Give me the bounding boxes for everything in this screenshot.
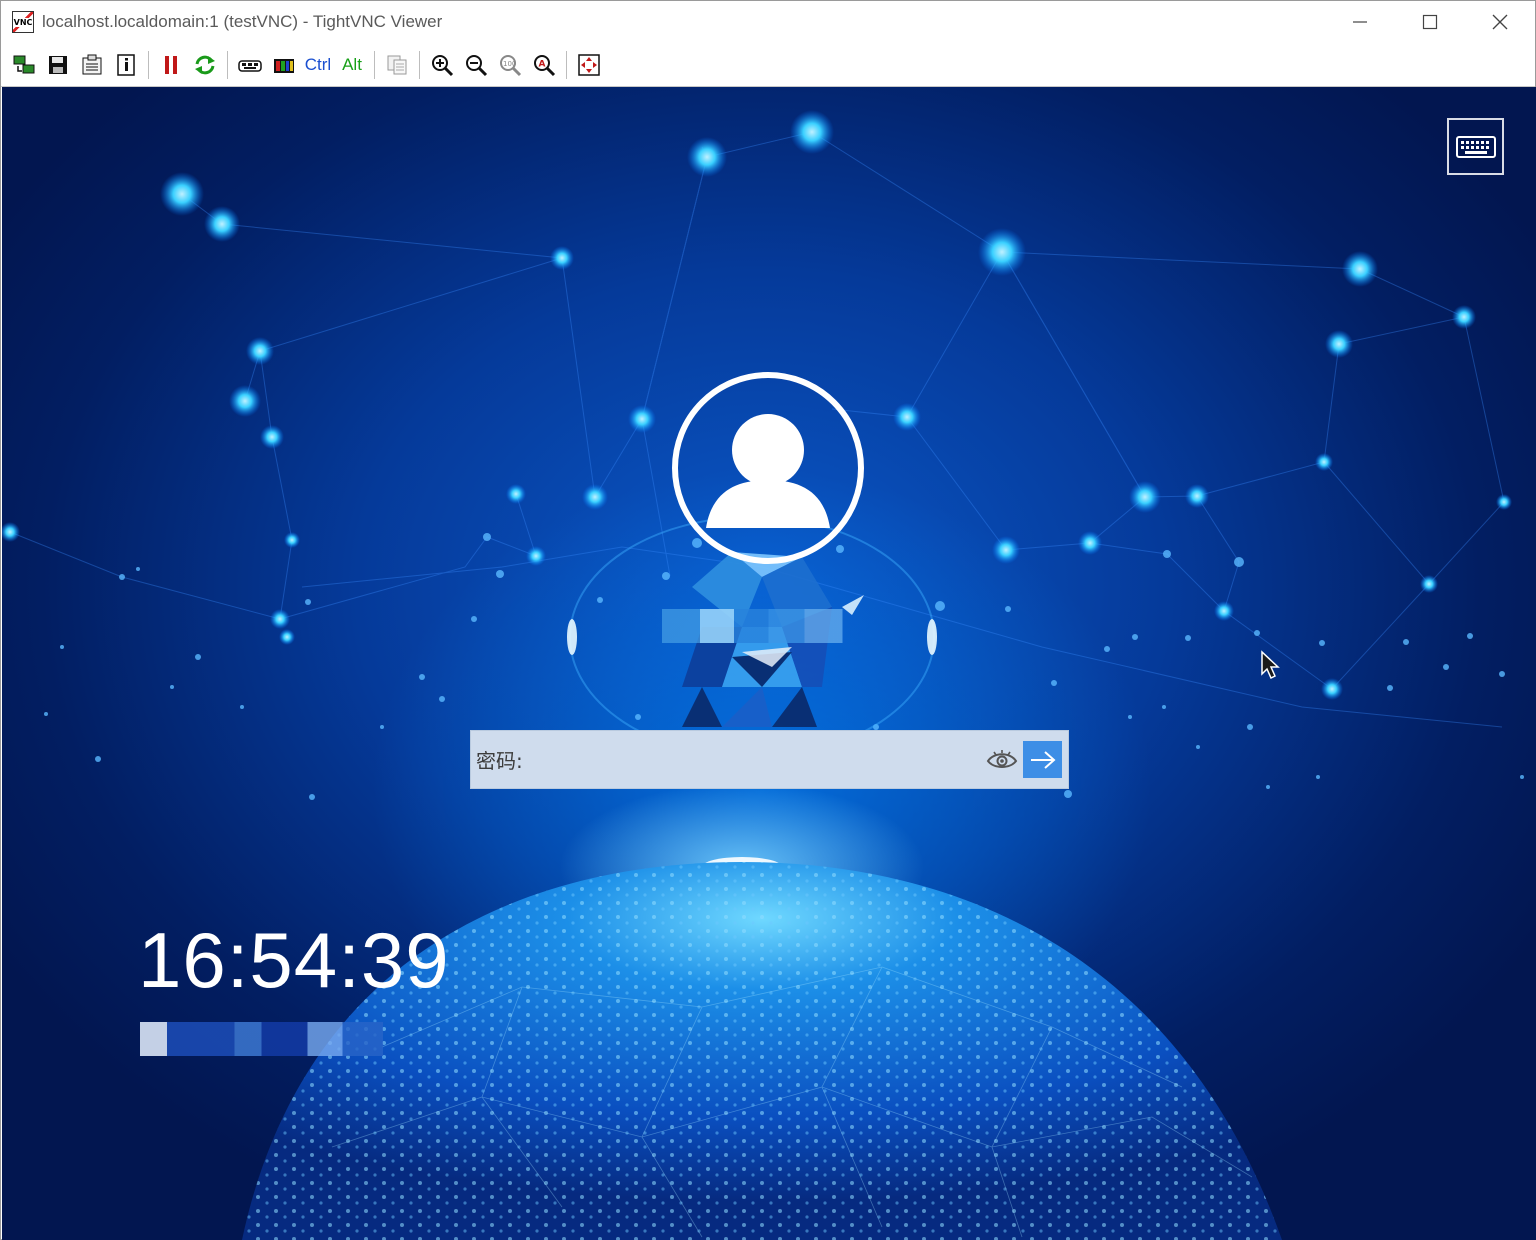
new-connection-button[interactable]: [7, 48, 41, 82]
pause-button[interactable]: [154, 48, 188, 82]
vnc-app-icon[interactable]: VNC: [12, 11, 34, 33]
username-label-redacted: [662, 609, 852, 643]
save-session-button[interactable]: [41, 48, 75, 82]
full-screen-button[interactable]: [572, 48, 606, 82]
minimize-icon: [1353, 21, 1367, 23]
password-input[interactable]: [522, 738, 983, 781]
alt-key-button[interactable]: Alt: [335, 48, 369, 82]
toolbar-separator: [419, 50, 420, 79]
zoom-100-icon: 100: [500, 54, 522, 76]
ctrl-key-button[interactable]: Ctrl: [301, 48, 335, 82]
redaction-blur: [662, 609, 852, 643]
lock-screen-date-redacted: [140, 1022, 410, 1056]
eye-icon: [986, 749, 1018, 768]
network-globe-wallpaper: [2, 110, 1524, 1240]
show-password-button[interactable]: [983, 741, 1021, 779]
mouse-cursor: [1260, 650, 1282, 684]
zoom-100-button[interactable]: 100: [493, 48, 527, 82]
zoom-out-button[interactable]: [459, 48, 493, 82]
ctrl-alt-del-button[interactable]: [233, 48, 267, 82]
keyboard-icon: [1455, 135, 1496, 158]
floppy-disk-icon: [49, 55, 67, 74]
ctrl-alt-del-icon: [238, 59, 262, 72]
remote-desktop-view[interactable]: 密码: 16:54:39: [2, 87, 1536, 1240]
close-button[interactable]: [1465, 1, 1535, 43]
refresh-icon: [195, 55, 215, 74]
ctrl-esc-icon: [274, 58, 294, 73]
window-title: localhost.localdomain:1 (testVNC) - Tigh…: [42, 12, 443, 31]
redaction-blur: [140, 1022, 410, 1056]
toolbar-separator: [227, 50, 228, 79]
toolbar-separator: [148, 50, 149, 79]
toolbar-separator: [374, 50, 375, 79]
lock-screen-clock: 16:54:39: [138, 916, 450, 1004]
new-connection-icon: [13, 55, 35, 73]
vnc-viewer-window: VNC localhost.localdomain:1 (testVNC) - …: [0, 0, 1536, 1240]
info-icon: [117, 53, 135, 76]
user-silhouette-icon: [706, 414, 830, 528]
cursor-arrow-icon: [1261, 650, 1280, 680]
full-screen-icon: [578, 53, 600, 76]
maximize-button[interactable]: [1395, 1, 1465, 43]
app-icon-text: VNC: [12, 17, 34, 27]
toolbar: Ctrl Alt 100 A: [1, 43, 1535, 87]
options-icon: [82, 54, 102, 74]
transfer-files-button[interactable]: [380, 48, 414, 82]
ctrl-esc-button[interactable]: [267, 48, 301, 82]
window-controls: [1325, 1, 1535, 43]
title-bar[interactable]: VNC localhost.localdomain:1 (testVNC) - …: [1, 1, 1535, 43]
ctrl-key-label: Ctrl: [304, 54, 332, 74]
minimize-button[interactable]: [1325, 1, 1395, 43]
refresh-button[interactable]: [188, 48, 222, 82]
zoom-in-icon: [432, 54, 454, 76]
password-label: 密码:: [476, 749, 523, 773]
zoom-out-icon: [466, 54, 488, 76]
maximize-icon: [1422, 14, 1438, 30]
login-submit-button[interactable]: [1023, 741, 1062, 778]
alt-key-label: Alt: [342, 54, 362, 74]
file-transfer-icon: [387, 55, 407, 74]
connection-info-button[interactable]: [109, 48, 143, 82]
zoom-in-button[interactable]: [425, 48, 459, 82]
options-button[interactable]: [75, 48, 109, 82]
zoom-auto-icon: A: [534, 54, 556, 76]
toolbar-separator: [566, 50, 567, 79]
password-field-container: 密码:: [470, 730, 1069, 789]
pause-icon: [165, 55, 177, 74]
arrow-right-icon: [1030, 750, 1056, 769]
on-screen-keyboard-button[interactable]: [1447, 118, 1504, 175]
zoom-auto-button[interactable]: A: [527, 48, 561, 82]
close-icon: [1492, 14, 1508, 30]
svg-text:A: A: [539, 59, 546, 69]
svg-text:100: 100: [503, 60, 516, 68]
user-avatar[interactable]: [672, 372, 864, 564]
